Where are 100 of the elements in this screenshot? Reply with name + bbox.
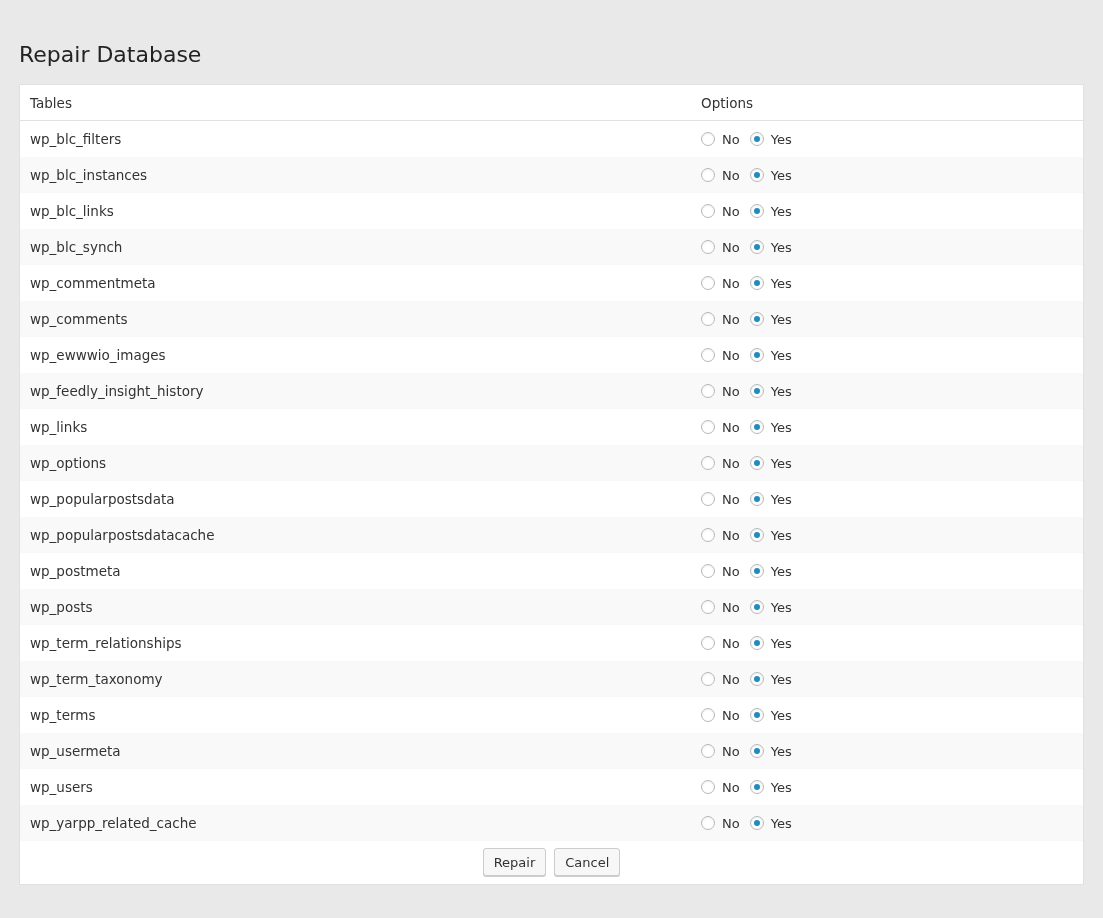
option-label: Yes — [770, 671, 792, 687]
radio-button[interactable] — [701, 348, 715, 362]
radio-button[interactable] — [749, 564, 764, 578]
radio-button[interactable] — [701, 456, 715, 470]
radio-button[interactable] — [701, 528, 715, 542]
option-label: No — [722, 671, 740, 687]
radio-button[interactable] — [749, 816, 764, 830]
radio-option[interactable]: Yes — [749, 131, 792, 147]
radio-option[interactable]: Yes — [749, 743, 792, 759]
radio-option[interactable]: No — [701, 743, 740, 759]
radio-option[interactable]: No — [701, 671, 740, 687]
radio-button[interactable] — [749, 420, 764, 434]
radio-button[interactable] — [701, 276, 715, 290]
repair-button[interactable]: Repair — [482, 848, 547, 876]
radio-option[interactable]: No — [701, 311, 740, 327]
radio-button[interactable] — [749, 132, 764, 146]
radio-option[interactable]: No — [701, 239, 740, 255]
radio-button[interactable] — [701, 672, 715, 686]
radio-button[interactable] — [749, 744, 764, 758]
radio-option[interactable]: Yes — [749, 419, 792, 435]
radio-option[interactable]: No — [701, 635, 740, 651]
radio-option[interactable]: Yes — [749, 527, 792, 543]
radio-option[interactable]: Yes — [749, 491, 792, 507]
radio-option[interactable]: Yes — [749, 707, 792, 723]
radio-button[interactable] — [701, 816, 715, 830]
radio-button[interactable] — [749, 780, 764, 794]
radio-option[interactable]: Yes — [749, 779, 792, 795]
radio-option[interactable]: No — [701, 779, 740, 795]
radio-button[interactable] — [701, 492, 715, 506]
radio-button[interactable] — [701, 564, 715, 578]
radio-button[interactable] — [749, 492, 764, 506]
radio-button[interactable] — [701, 204, 715, 218]
radio-option[interactable]: No — [701, 419, 740, 435]
table-name: wp_popularpostsdatacache — [29, 527, 216, 543]
radio-button[interactable] — [701, 312, 715, 326]
radio-option[interactable]: Yes — [749, 815, 792, 831]
radio-option[interactable]: No — [701, 527, 740, 543]
table-name: wp_usermeta — [29, 743, 122, 759]
radio-button[interactable] — [749, 348, 764, 362]
radio-button[interactable] — [749, 672, 764, 686]
radio-button[interactable] — [749, 240, 764, 254]
table-name: wp_comments — [29, 311, 129, 327]
radio-button[interactable] — [701, 420, 715, 434]
radio-option[interactable]: No — [701, 599, 740, 615]
radio-option[interactable]: Yes — [749, 563, 792, 579]
option-label: No — [722, 419, 740, 435]
option-label: No — [722, 455, 740, 471]
radio-option[interactable]: Yes — [749, 275, 792, 291]
radio-option[interactable]: No — [701, 491, 740, 507]
radio-button[interactable] — [749, 312, 764, 326]
radio-button[interactable] — [701, 636, 715, 650]
radio-button[interactable] — [701, 600, 715, 614]
radio-button[interactable] — [749, 204, 764, 218]
radio-option[interactable]: Yes — [749, 347, 792, 363]
radio-option[interactable]: Yes — [749, 455, 792, 471]
table-name: wp_yarpp_related_cache — [29, 815, 198, 831]
radio-button[interactable] — [749, 636, 764, 650]
radio-button[interactable] — [701, 744, 715, 758]
option-label: No — [722, 347, 740, 363]
radio-button[interactable] — [749, 456, 764, 470]
radio-option[interactable]: Yes — [749, 239, 792, 255]
radio-button[interactable] — [701, 168, 715, 182]
radio-option[interactable]: Yes — [749, 635, 792, 651]
radio-button[interactable] — [701, 780, 715, 794]
radio-option[interactable]: No — [701, 203, 740, 219]
radio-button[interactable] — [701, 132, 715, 146]
radio-option[interactable]: Yes — [749, 599, 792, 615]
radio-button[interactable] — [749, 528, 764, 542]
radio-button[interactable] — [749, 600, 764, 614]
radio-button[interactable] — [701, 384, 715, 398]
radio-option[interactable]: Yes — [749, 671, 792, 687]
table-name: wp_term_taxonomy — [29, 671, 164, 687]
radio-option[interactable]: Yes — [749, 383, 792, 399]
radio-button[interactable] — [749, 276, 764, 290]
option-label: Yes — [770, 419, 792, 435]
column-header: Options — [700, 94, 755, 111]
radio-option[interactable]: Yes — [749, 167, 792, 183]
radio-option[interactable]: No — [701, 167, 740, 183]
radio-option[interactable]: No — [701, 275, 740, 291]
radio-option[interactable]: No — [701, 815, 740, 831]
option-label: No — [722, 383, 740, 399]
option-label: No — [722, 311, 740, 327]
cancel-button[interactable]: Cancel — [554, 848, 621, 876]
option-label: Yes — [770, 779, 792, 795]
option-label: Yes — [770, 635, 792, 651]
option-label: No — [722, 599, 740, 615]
radio-button[interactable] — [749, 384, 764, 398]
radio-option[interactable]: No — [701, 383, 740, 399]
radio-option[interactable]: No — [701, 455, 740, 471]
radio-option[interactable]: No — [701, 131, 740, 147]
radio-option[interactable]: Yes — [749, 311, 792, 327]
radio-option[interactable]: No — [701, 347, 740, 363]
radio-button[interactable] — [701, 240, 715, 254]
radio-button[interactable] — [701, 708, 715, 722]
radio-option[interactable]: Yes — [749, 203, 792, 219]
radio-button[interactable] — [749, 168, 764, 182]
table-name: wp_postmeta — [29, 563, 122, 579]
radio-option[interactable]: No — [701, 563, 740, 579]
radio-option[interactable]: No — [701, 707, 740, 723]
radio-button[interactable] — [749, 708, 764, 722]
